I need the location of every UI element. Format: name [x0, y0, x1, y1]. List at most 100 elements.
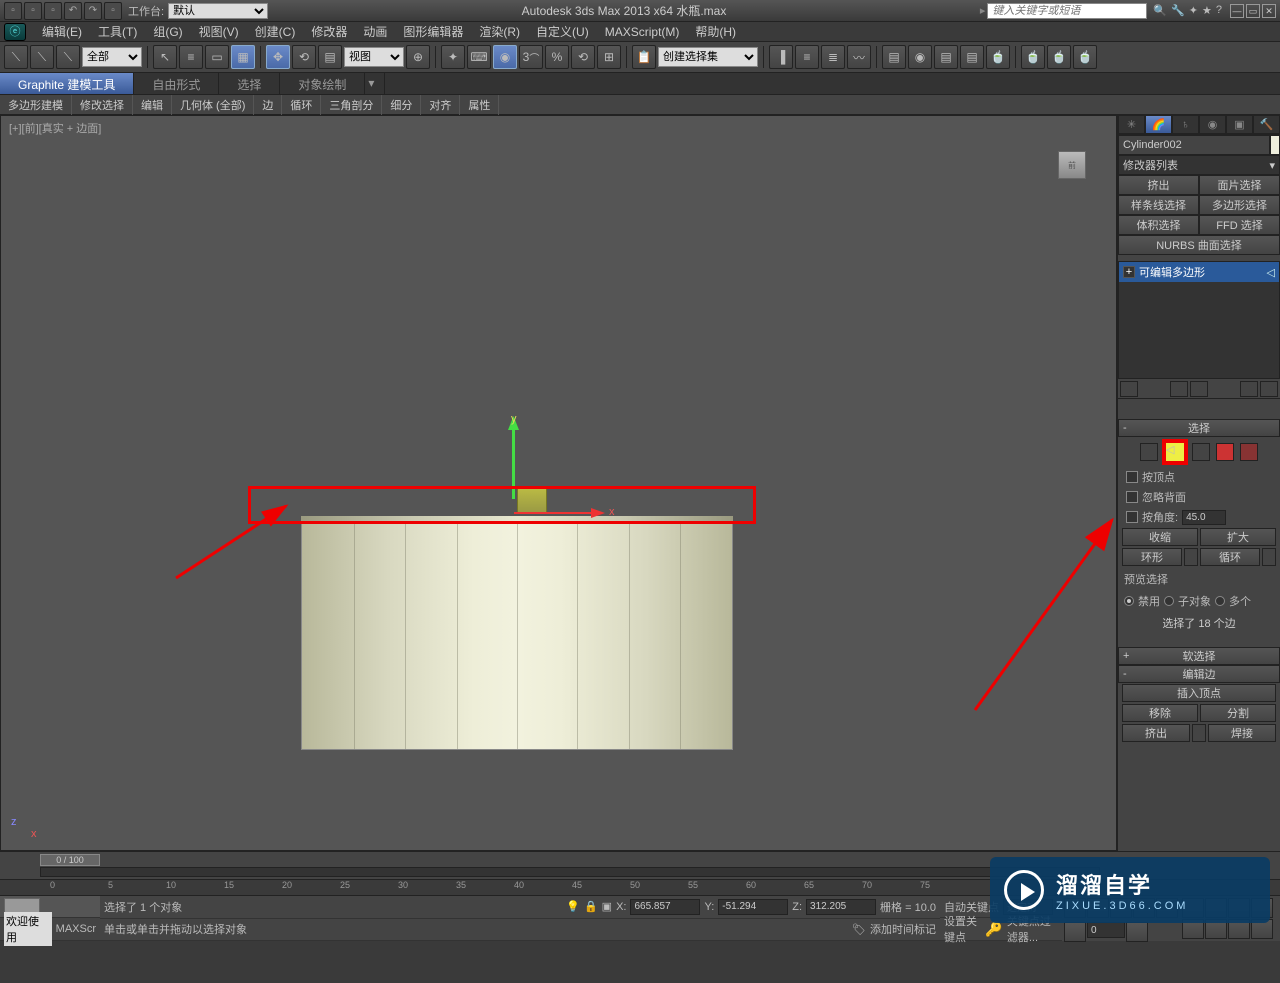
- remove-button[interactable]: 移除: [1122, 704, 1198, 722]
- menu-graph[interactable]: 图形编辑器: [395, 21, 471, 42]
- project-icon[interactable]: ▫: [104, 2, 122, 20]
- lock-icon[interactable]: 💡: [566, 900, 580, 913]
- viewport-label[interactable]: [+][前][真实 + 边面]: [9, 120, 101, 136]
- mirror-icon[interactable]: ▐: [769, 45, 793, 69]
- split-button[interactable]: 分割: [1200, 704, 1276, 722]
- rotate-icon[interactable]: ⟲: [292, 45, 316, 69]
- viewcube[interactable]: 前: [1058, 151, 1086, 179]
- sub-subdiv[interactable]: 细分: [382, 95, 421, 115]
- sub-polymodel[interactable]: 多边形建模: [0, 95, 72, 115]
- material-icon[interactable]: ◉: [908, 45, 932, 69]
- sub-props[interactable]: 属性: [460, 95, 499, 115]
- show-end-icon[interactable]: [1170, 381, 1188, 397]
- menu-maxscript[interactable]: MAXScript(M): [597, 23, 688, 41]
- extrude-button[interactable]: 挤出: [1122, 724, 1190, 742]
- chk-by-vertex[interactable]: [1126, 471, 1138, 483]
- manipulate-icon[interactable]: ✦: [441, 45, 465, 69]
- menu-customize[interactable]: 自定义(U): [528, 21, 597, 42]
- scale-icon[interactable]: ▤: [318, 45, 342, 69]
- close-button[interactable]: ✕: [1262, 4, 1276, 18]
- unique-icon[interactable]: [1190, 381, 1208, 397]
- app-icon[interactable]: ⓔ: [4, 23, 26, 41]
- cylinder-object[interactable]: [301, 522, 733, 750]
- key-icon[interactable]: 🔑: [985, 921, 1002, 938]
- tab-graphite[interactable]: Graphite 建模工具: [0, 73, 134, 94]
- modifier-list-select[interactable]: 修改器列表▾: [1118, 155, 1280, 175]
- time-tag-icon[interactable]: 🏷: [852, 923, 866, 936]
- select-region-icon[interactable]: ▭: [205, 45, 229, 69]
- sub-modsel[interactable]: 修改选择: [72, 95, 133, 115]
- render-frame-icon[interactable]: ▤: [960, 45, 984, 69]
- binoculars-icon[interactable]: 🔍: [1153, 4, 1167, 17]
- tab-selection[interactable]: 选择: [219, 73, 280, 94]
- workspace-select[interactable]: 默认: [168, 3, 268, 19]
- sub-edge[interactable]: 边: [254, 95, 282, 115]
- z-coord[interactable]: [806, 899, 876, 915]
- menu-animation[interactable]: 动画: [355, 21, 395, 42]
- unlink-icon[interactable]: ⟍: [30, 45, 54, 69]
- mod-nurbs[interactable]: NURBS 曲面选择: [1118, 235, 1280, 255]
- wrench-icon[interactable]: 🔧: [1171, 4, 1185, 17]
- config-icon[interactable]: [1260, 381, 1278, 397]
- render-prod-icon[interactable]: 🍵: [1021, 45, 1045, 69]
- mod-spline-sel[interactable]: 样条线选择: [1118, 195, 1199, 215]
- exchange-icon[interactable]: ✦: [1189, 4, 1198, 17]
- spinner-snap-icon[interactable]: ⟲: [571, 45, 595, 69]
- named-sel-select[interactable]: 创建选择集: [658, 47, 758, 67]
- mod-vol-sel[interactable]: 体积选择: [1118, 215, 1199, 235]
- chk-by-angle[interactable]: [1126, 511, 1138, 523]
- remove-mod-icon[interactable]: [1240, 381, 1258, 397]
- undo-icon[interactable]: ↶: [64, 2, 82, 20]
- rollout-soft-sel[interactable]: +软选择: [1118, 647, 1280, 665]
- radio-multi[interactable]: [1215, 596, 1225, 606]
- time-track[interactable]: [40, 867, 1100, 877]
- selection-filter[interactable]: 全部: [82, 47, 142, 67]
- snap-toggle-icon[interactable]: ◉: [493, 45, 517, 69]
- keyboard-icon[interactable]: ⌨: [467, 45, 491, 69]
- select-name-icon[interactable]: ≡: [179, 45, 203, 69]
- tab-hierarchy-icon[interactable]: ♄: [1172, 115, 1199, 134]
- render-iter-icon[interactable]: 🍵: [1047, 45, 1071, 69]
- refcoord-select[interactable]: 视图: [344, 47, 404, 67]
- ring-button[interactable]: 环形: [1122, 548, 1182, 566]
- sub-align[interactable]: 对齐: [421, 95, 460, 115]
- menu-views[interactable]: 视图(V): [191, 21, 247, 42]
- sub-loop[interactable]: 循环: [282, 95, 321, 115]
- subobj-element[interactable]: [1240, 443, 1258, 461]
- shrink-button[interactable]: 收缩: [1122, 528, 1198, 546]
- subobj-border[interactable]: [1192, 443, 1210, 461]
- menu-group[interactable]: 组(G): [145, 21, 190, 42]
- time-config-icon[interactable]: [1126, 922, 1148, 942]
- curve-ed-icon[interactable]: 〰: [847, 45, 871, 69]
- key-mode-icon[interactable]: [1064, 922, 1086, 942]
- modifier-stack[interactable]: + 可编辑多边形 ◁: [1118, 261, 1280, 379]
- angle-snap-icon[interactable]: 3⌒: [519, 45, 543, 69]
- menu-modifiers[interactable]: 修改器: [303, 21, 355, 42]
- tab-modify-icon[interactable]: 🌈: [1145, 115, 1172, 134]
- rollout-selection[interactable]: -选择: [1118, 419, 1280, 437]
- help-icon[interactable]: ?: [1216, 4, 1222, 17]
- object-name-input[interactable]: [1118, 135, 1270, 155]
- chk-ignore-back[interactable]: [1126, 491, 1138, 503]
- move-icon[interactable]: ✥: [266, 45, 290, 69]
- link-icon[interactable]: ⟍: [4, 45, 28, 69]
- isolate-icon[interactable]: ▣: [602, 900, 612, 913]
- tab-freeform[interactable]: 自由形式: [134, 73, 219, 94]
- x-coord[interactable]: [630, 899, 700, 915]
- loop-button[interactable]: 循环: [1200, 548, 1260, 566]
- object-color-swatch[interactable]: [1270, 135, 1280, 155]
- angle-spinner[interactable]: [1182, 510, 1226, 525]
- ribbon-expand-icon[interactable]: ▾: [365, 73, 385, 94]
- radio-off[interactable]: [1124, 596, 1134, 606]
- menu-help[interactable]: 帮助(H): [687, 21, 744, 42]
- grow-button[interactable]: 扩大: [1200, 528, 1276, 546]
- menu-render[interactable]: 渲染(R): [471, 21, 528, 42]
- subobj-edge[interactable]: ◁: [1164, 441, 1186, 463]
- tab-paint[interactable]: 对象绘制: [280, 73, 365, 94]
- sub-geom[interactable]: 几何体 (全部): [172, 95, 254, 115]
- mod-extrude[interactable]: 挤出: [1118, 175, 1199, 195]
- stack-editable-poly[interactable]: + 可编辑多边形 ◁: [1119, 262, 1279, 282]
- tab-motion-icon[interactable]: ◉: [1199, 115, 1226, 134]
- menu-tools[interactable]: 工具(T): [90, 21, 145, 42]
- schematic-icon[interactable]: ▤: [882, 45, 906, 69]
